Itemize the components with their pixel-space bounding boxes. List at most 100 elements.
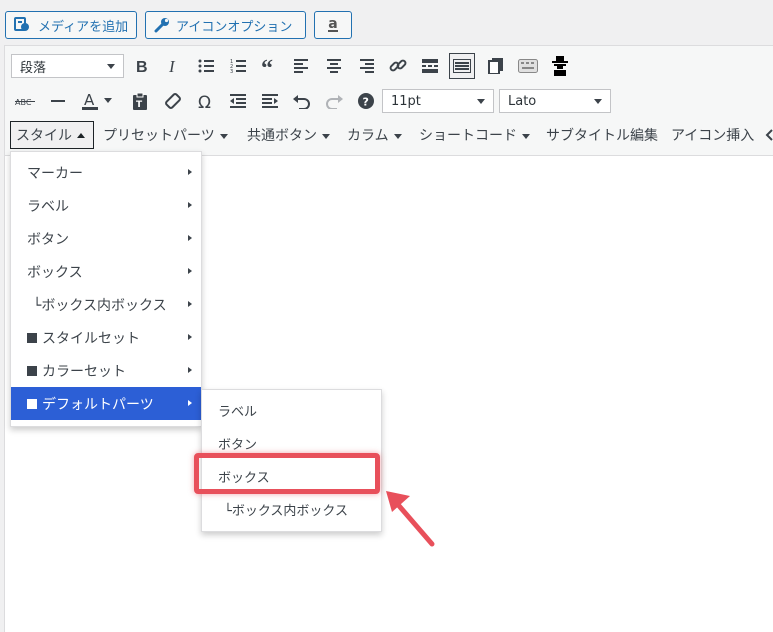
- align-right-icon[interactable]: [353, 53, 379, 79]
- chevron-down-icon: [522, 133, 530, 139]
- menu-preset-parts-label: プリセットパーツ: [103, 128, 215, 144]
- media-icon: [14, 17, 32, 33]
- menu-column[interactable]: カラム: [347, 121, 402, 149]
- format-select-value: 段落: [20, 60, 47, 76]
- highlight-callout-box: [194, 453, 380, 494]
- style-menu: マーカー ラベル ボタン ボックス └ボックス内ボックス スタイルセット カラー…: [10, 151, 202, 427]
- svg-text:“: “: [261, 58, 273, 74]
- link-icon[interactable]: [385, 53, 411, 79]
- menu-subtitle-edit[interactable]: サブタイトル編集: [546, 121, 658, 149]
- style-menu-item-color-set[interactable]: カラーセット: [11, 354, 201, 387]
- text-color-dropdown-icon[interactable]: [101, 88, 115, 114]
- menu-common-button[interactable]: 共通ボタン: [247, 121, 330, 149]
- text-color-icon[interactable]: A: [77, 88, 103, 114]
- menu-subtitle-edit-label: サブタイトル編集: [546, 128, 658, 144]
- chevron-down-icon: [393, 133, 402, 139]
- align-left-icon[interactable]: [289, 53, 315, 79]
- submenu-item-box-in-box[interactable]: └ボックス内ボックス: [202, 493, 381, 526]
- add-media-button[interactable]: メディアを追加: [5, 11, 137, 39]
- style-menu-item-box-in-box[interactable]: └ボックス内ボックス: [11, 288, 201, 321]
- chevron-right-icon: [188, 400, 192, 406]
- indent-icon[interactable]: [257, 88, 283, 114]
- chevron-right-icon: [188, 169, 192, 175]
- submenu-item-text: ボタン: [218, 438, 258, 453]
- style-menu-item-box[interactable]: ボックス: [11, 255, 201, 288]
- font-family-select[interactable]: Lato: [499, 89, 611, 113]
- style-menu-item-label: └ボックス内ボックス: [33, 297, 167, 314]
- amazon-icon: a: [328, 16, 338, 32]
- chevron-up-icon: [77, 132, 85, 138]
- submenu-item-text: ラベル: [218, 405, 258, 420]
- copy-icon[interactable]: [483, 53, 509, 79]
- toolbar-toggle-icon[interactable]: [449, 53, 475, 79]
- chevron-down-icon: [219, 133, 228, 139]
- chevron-right-icon: [188, 301, 192, 307]
- horizontal-line-icon[interactable]: [45, 88, 71, 114]
- menu-insert-icon-label: アイコン挿入: [671, 128, 755, 144]
- submenu-item-text: └ボックス内ボックス: [224, 504, 349, 519]
- style-menu-item-label-parts[interactable]: ラベル: [11, 189, 201, 222]
- chevron-right-icon: [188, 235, 192, 241]
- menu-style-label: スタイル: [16, 128, 72, 144]
- read-more-icon[interactable]: [417, 53, 443, 79]
- svg-text:ABC: ABC: [15, 98, 32, 107]
- outdent-icon[interactable]: [225, 88, 251, 114]
- style-menu-item-button[interactable]: ボタン: [11, 222, 201, 255]
- bold-icon[interactable]: B: [129, 53, 155, 79]
- italic-icon[interactable]: I: [160, 53, 186, 79]
- icon-options-label: アイコンオプション: [176, 19, 293, 35]
- chevron-right-icon: [188, 268, 192, 274]
- style-menu-item-label: デフォルトパーツ: [42, 396, 154, 413]
- media-buttons-bar: メディアを追加 アイコンオプション a: [0, 0, 773, 44]
- add-media-label: メディアを追加: [38, 19, 129, 35]
- numbered-list-icon[interactable]: 123: [225, 53, 251, 79]
- special-character-icon[interactable]: Ω: [193, 88, 219, 114]
- menu-shortcode-label: ショートコード: [419, 128, 517, 144]
- help-icon[interactable]: ?: [353, 88, 379, 114]
- menu-column-label: カラム: [347, 128, 389, 144]
- chevron-down-icon: [477, 99, 485, 104]
- style-menu-item-label: ラベル: [27, 198, 69, 215]
- amazon-button[interactable]: a: [314, 11, 352, 39]
- svg-text:T: T: [136, 100, 143, 110]
- icon-options-button[interactable]: アイコンオプション: [145, 11, 306, 39]
- menu-insert-icon[interactable]: アイコン挿入: [671, 121, 754, 149]
- chevron-right-icon: [188, 202, 192, 208]
- menu-common-button-label: 共通ボタン: [247, 128, 317, 144]
- spy-icon[interactable]: [547, 53, 573, 79]
- bullet-list-icon[interactable]: [193, 53, 219, 79]
- strikethrough-icon[interactable]: ABC: [13, 88, 39, 114]
- style-menu-item-default-parts[interactable]: デフォルトパーツ: [11, 387, 201, 420]
- submenu-item-label[interactable]: ラベル: [202, 394, 381, 427]
- square-bullet-icon: [27, 398, 37, 409]
- square-bullet-icon: [27, 365, 37, 376]
- menu-preset-parts[interactable]: プリセットパーツ: [103, 121, 228, 149]
- style-menu-item-marker[interactable]: マーカー: [11, 156, 201, 189]
- chevron-down-icon: [594, 99, 602, 104]
- font-size-value: 11pt: [391, 93, 421, 109]
- paste-text-icon[interactable]: T: [127, 88, 153, 114]
- align-center-icon[interactable]: [321, 53, 347, 79]
- undo-icon[interactable]: [289, 88, 315, 114]
- redo-icon[interactable]: [321, 88, 347, 114]
- blockquote-icon[interactable]: “: [257, 53, 283, 79]
- keyboard-icon[interactable]: [515, 53, 541, 79]
- menu-shortcode[interactable]: ショートコード: [419, 121, 530, 149]
- chevron-down-icon: [322, 133, 330, 139]
- chevron-right-icon: [188, 334, 192, 340]
- style-menu-item-style-set[interactable]: スタイルセット: [11, 321, 201, 354]
- menubar-scroll-icon[interactable]: [765, 121, 773, 149]
- wrench-icon: [154, 17, 170, 33]
- clear-formatting-icon[interactable]: [160, 88, 186, 114]
- style-menu-item-label: マーカー: [27, 165, 83, 182]
- format-select[interactable]: 段落: [11, 54, 124, 78]
- svg-text:A: A: [84, 92, 95, 109]
- font-size-select[interactable]: 11pt: [382, 89, 494, 113]
- editor-toolbar: 段落 B I 123 “ ABC A T Ω ? 11pt Lato スタイル …: [5, 46, 773, 156]
- style-menu-item-label: カラーセット: [42, 363, 126, 380]
- pointer-arrow-icon: [386, 491, 435, 547]
- svg-text:3: 3: [230, 69, 233, 74]
- style-menu-item-label: ボックス: [27, 264, 83, 281]
- menu-style[interactable]: スタイル: [10, 121, 94, 149]
- menubar: スタイル プリセットパーツ 共通ボタン カラム ショートコード サブタイトル編集: [5, 121, 773, 149]
